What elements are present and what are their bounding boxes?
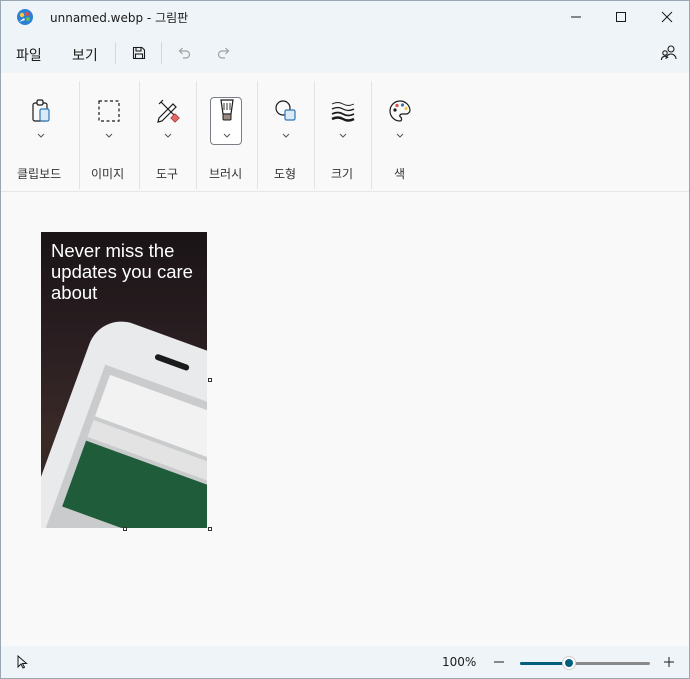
clipboard-icon xyxy=(25,97,57,125)
zoom-out-button[interactable] xyxy=(490,652,508,672)
brushes-group[interactable]: 브러시 xyxy=(197,73,257,191)
save-button[interactable] xyxy=(127,41,151,65)
chevron-down-icon xyxy=(35,131,47,141)
chevron-down-icon xyxy=(337,131,349,141)
chevron-down-icon xyxy=(162,131,174,141)
size-group[interactable]: 크기 xyxy=(315,73,371,191)
phone-screen xyxy=(41,364,207,528)
shapes-icon xyxy=(270,97,302,125)
canvas-area[interactable]: Never miss the updates you care about xyxy=(1,192,689,646)
save-icon xyxy=(132,46,146,60)
colors-label: 색 xyxy=(394,167,406,181)
resize-handle-bottom[interactable] xyxy=(123,527,127,531)
account-button[interactable] xyxy=(657,41,681,65)
maximize-icon xyxy=(616,12,626,22)
account-icon xyxy=(660,45,677,61)
brush-icon xyxy=(211,97,243,125)
cursor-position-icon xyxy=(17,655,28,669)
menu-divider xyxy=(161,42,162,64)
shapes-group[interactable]: 도형 xyxy=(258,73,314,191)
zoom-in-button[interactable] xyxy=(660,652,678,672)
minimize-icon xyxy=(571,16,581,18)
menu-divider xyxy=(115,42,116,64)
maximize-button[interactable] xyxy=(598,1,644,33)
close-icon xyxy=(661,11,673,23)
image-label: 이미지 xyxy=(91,167,125,181)
chevron-down-icon xyxy=(103,131,115,141)
zoom-level[interactable]: 100% xyxy=(442,655,476,669)
plus-icon xyxy=(664,657,674,667)
clipboard-group[interactable]: 클립보드 xyxy=(1,73,79,191)
redo-button[interactable] xyxy=(212,41,236,65)
size-label: 크기 xyxy=(331,167,354,181)
phone-speaker xyxy=(154,353,191,372)
ribbon-toolbar: 클립보드 이미지 도구 브러시 도형 크기 색 xyxy=(1,73,689,192)
tools-icon xyxy=(152,97,184,125)
palette-icon xyxy=(384,97,416,125)
paint-app-icon xyxy=(17,9,33,25)
shapes-label: 도형 xyxy=(274,167,297,181)
menu-bar: 파일 보기 xyxy=(1,33,689,73)
image-headline: Never miss the updates you care about xyxy=(51,240,193,303)
colors-group[interactable]: 색 xyxy=(372,73,428,191)
minus-icon xyxy=(494,661,504,663)
undo-button[interactable] xyxy=(172,41,196,65)
chevron-down-icon xyxy=(394,131,406,141)
resize-handle-right[interactable] xyxy=(208,378,212,382)
canvas-image[interactable]: Never miss the updates you care about xyxy=(41,232,207,528)
phone-illustration xyxy=(41,312,207,528)
selection-icon xyxy=(93,97,125,125)
zoom-slider-thumb[interactable] xyxy=(562,656,576,670)
menu-file[interactable]: 파일 xyxy=(16,45,42,65)
paint-window: unnamed.webp - 그림판 파일 보기 클립보드 이미지 도구 브러시… xyxy=(0,0,690,679)
resize-handle-corner[interactable] xyxy=(208,527,212,531)
clipboard-label: 클립보드 xyxy=(17,167,62,181)
menu-view[interactable]: 보기 xyxy=(72,45,98,65)
chevron-down-icon xyxy=(280,131,292,141)
chevron-down-icon xyxy=(221,131,233,141)
size-icon xyxy=(327,97,359,125)
brushes-label: 브러시 xyxy=(209,167,243,181)
undo-icon xyxy=(178,47,191,59)
title-bar: unnamed.webp - 그림판 xyxy=(1,1,689,33)
image-group[interactable]: 이미지 xyxy=(80,73,139,191)
redo-icon xyxy=(217,47,230,59)
minimize-button[interactable] xyxy=(553,1,599,33)
tools-group[interactable]: 도구 xyxy=(140,73,196,191)
window-title: unnamed.webp - 그림판 xyxy=(50,11,189,25)
status-bar: 100% xyxy=(1,646,689,678)
tools-label: 도구 xyxy=(156,167,179,181)
close-button[interactable] xyxy=(644,1,689,33)
